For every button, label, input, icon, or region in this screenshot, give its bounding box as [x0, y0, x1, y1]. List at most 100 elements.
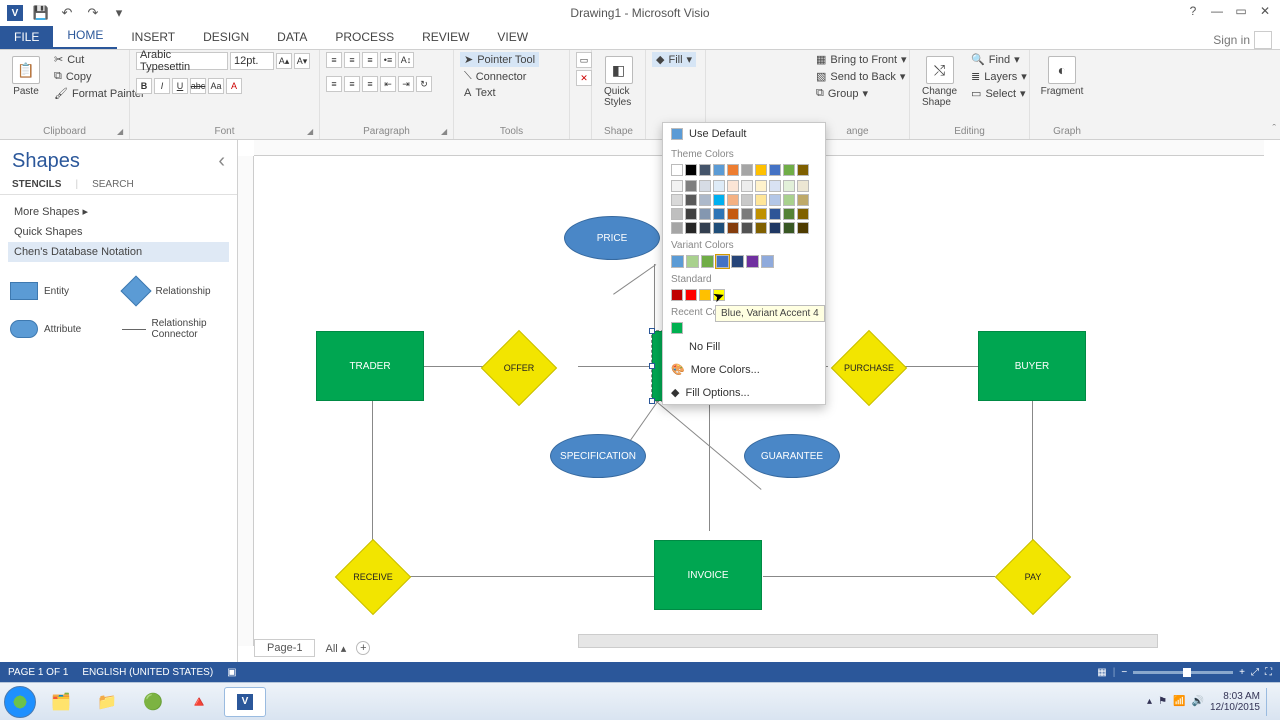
- fill-button[interactable]: ◆ Fill ▾: [652, 52, 696, 67]
- entity-trader[interactable]: TRADER: [316, 331, 424, 401]
- stencil-entity[interactable]: Entity: [10, 274, 116, 308]
- close-button[interactable]: ✕: [1254, 0, 1276, 22]
- task-vlc-icon[interactable]: 🔺: [178, 687, 220, 717]
- chens-db-notation-item[interactable]: Chen's Database Notation: [8, 242, 229, 262]
- stencil-rel-connector[interactable]: Relationship Connector: [122, 312, 228, 346]
- maximize-button[interactable]: ▭: [1230, 0, 1252, 22]
- task-folder-icon[interactable]: 📁: [86, 687, 128, 717]
- zoom-out-button[interactable]: −: [1121, 667, 1127, 678]
- view-presentation-icon[interactable]: ▦: [1097, 667, 1106, 678]
- indent-dec-button[interactable]: ⇤: [380, 76, 396, 92]
- tab-insert[interactable]: INSERT: [117, 25, 189, 49]
- tray-network-icon[interactable]: 📶: [1173, 696, 1185, 707]
- italic-button[interactable]: I: [154, 78, 170, 94]
- paragraph-launcher-icon[interactable]: ◢: [441, 127, 451, 137]
- tray-clock[interactable]: 8:03 AM 12/10/2015: [1210, 691, 1260, 713]
- fit-page-icon[interactable]: ⤢: [1251, 667, 1259, 678]
- decrease-font-button[interactable]: A▾: [294, 53, 310, 69]
- select-button[interactable]: ▭ Select ▾: [967, 86, 1031, 101]
- align-bottom-button[interactable]: ≡: [362, 52, 378, 68]
- connector-tool-button[interactable]: ⟍ Connector: [460, 69, 530, 84]
- text-direction-button[interactable]: A↕: [398, 52, 414, 68]
- align-top-button[interactable]: ≡: [326, 52, 342, 68]
- paste-button[interactable]: 📋Paste: [6, 52, 46, 101]
- delete-tool-button[interactable]: ✕: [576, 70, 592, 86]
- tray-flag-icon[interactable]: ⚑: [1158, 696, 1167, 707]
- zoom-in-button[interactable]: +: [1239, 667, 1245, 678]
- indent-inc-button[interactable]: ⇥: [398, 76, 414, 92]
- help-icon[interactable]: ?: [1182, 0, 1204, 22]
- qat-redo-icon[interactable]: ↷: [82, 2, 104, 24]
- task-visio-icon[interactable]: V: [224, 687, 266, 717]
- full-screen-icon[interactable]: ⛶: [1265, 667, 1272, 678]
- add-page-icon[interactable]: +: [356, 641, 370, 655]
- align-right-button[interactable]: ≡: [362, 76, 378, 92]
- status-macro-icon[interactable]: ▣: [227, 667, 236, 678]
- font-family-combo[interactable]: Arabic Typesettin: [136, 52, 228, 70]
- tab-process[interactable]: PROCESS: [321, 25, 408, 49]
- stencil-attribute[interactable]: Attribute: [10, 312, 116, 346]
- tab-view[interactable]: VIEW: [483, 25, 542, 49]
- page-all-button[interactable]: All ▴: [325, 642, 346, 655]
- task-chrome-icon[interactable]: 🟢: [132, 687, 174, 717]
- layers-button[interactable]: ≣ Layers ▾: [967, 69, 1031, 84]
- tab-design[interactable]: DESIGN: [189, 25, 263, 49]
- increase-font-button[interactable]: A▴: [276, 53, 292, 69]
- entity-invoice[interactable]: INVOICE: [654, 540, 762, 610]
- recent-colors-row[interactable]: [663, 320, 825, 336]
- bold-button[interactable]: B: [136, 78, 152, 94]
- underline-button[interactable]: U: [172, 78, 188, 94]
- no-fill-option[interactable]: No Fill: [663, 336, 825, 358]
- text-tool-button[interactable]: A Text: [460, 86, 500, 100]
- task-explorer-icon[interactable]: 🗂️: [40, 687, 82, 717]
- attribute-price[interactable]: PRICE: [564, 216, 660, 260]
- stencils-tab[interactable]: STENCILS: [12, 179, 61, 190]
- page-tab-1[interactable]: Page-1: [254, 639, 315, 657]
- relationship-pay[interactable]: PAY: [996, 540, 1070, 614]
- relationship-offer[interactable]: OFFER: [482, 331, 556, 405]
- tab-data[interactable]: DATA: [263, 25, 321, 49]
- variant-colors-row[interactable]: [663, 253, 825, 270]
- qat-save-icon[interactable]: 💾: [30, 2, 52, 24]
- tray-volume-icon[interactable]: 🔊: [1191, 696, 1203, 707]
- bring-to-front-button[interactable]: ▦ Bring to Front ▾: [812, 52, 911, 67]
- qat-undo-icon[interactable]: ↶: [56, 2, 78, 24]
- change-shape-button[interactable]: ⤭Change Shape: [916, 52, 963, 112]
- rotate-text-button[interactable]: ↻: [416, 76, 432, 92]
- attribute-guarantee[interactable]: GUARANTEE: [744, 434, 840, 478]
- standard-colors-row[interactable]: [663, 287, 825, 303]
- rectangle-tool-button[interactable]: ▭: [576, 52, 592, 68]
- status-language[interactable]: ENGLISH (UNITED STATES): [82, 667, 213, 678]
- font-launcher-icon[interactable]: ◢: [307, 127, 317, 137]
- theme-colors-tints[interactable]: [663, 178, 825, 236]
- minimize-button[interactable]: —: [1206, 0, 1228, 22]
- align-center-button[interactable]: ≡: [344, 76, 360, 92]
- more-colors-option[interactable]: 🎨More Colors...: [663, 358, 825, 381]
- more-shapes-item[interactable]: More Shapes ▸: [8, 201, 229, 222]
- tab-home[interactable]: HOME: [53, 23, 117, 49]
- theme-colors-row[interactable]: [663, 162, 825, 178]
- quick-shapes-item[interactable]: Quick Shapes: [8, 222, 229, 242]
- tab-review[interactable]: REVIEW: [408, 25, 483, 49]
- text-effects-button[interactable]: Aa: [208, 78, 224, 94]
- bullets-button[interactable]: •≡: [380, 52, 396, 68]
- tray-show-hidden-icon[interactable]: ▴: [1147, 696, 1152, 707]
- find-button[interactable]: 🔍 Find ▾: [967, 52, 1031, 67]
- quick-styles-button[interactable]: ◧Quick Styles: [598, 52, 639, 112]
- horizontal-scrollbar[interactable]: [578, 634, 1158, 648]
- font-color-button[interactable]: A: [226, 78, 242, 94]
- zoom-slider[interactable]: [1133, 671, 1233, 674]
- attribute-specification[interactable]: SPECIFICATION: [550, 434, 646, 478]
- sign-in[interactable]: Sign in: [1213, 31, 1272, 49]
- qat-customize-icon[interactable]: ▾: [108, 2, 130, 24]
- start-button[interactable]: [4, 686, 36, 718]
- strike-button[interactable]: abc: [190, 78, 206, 94]
- pointer-tool-button[interactable]: ➤ Pointer Tool: [460, 52, 539, 67]
- collapse-ribbon-icon[interactable]: ˆ: [1272, 123, 1276, 135]
- stencil-relationship[interactable]: Relationship: [122, 274, 228, 308]
- align-left-button[interactable]: ≡: [326, 76, 342, 92]
- font-size-combo[interactable]: 12pt.: [230, 52, 274, 70]
- fill-options-option[interactable]: ◆Fill Options...: [663, 381, 825, 404]
- send-to-back-button[interactable]: ▧ Send to Back ▾: [812, 69, 909, 84]
- align-middle-button[interactable]: ≡: [344, 52, 360, 68]
